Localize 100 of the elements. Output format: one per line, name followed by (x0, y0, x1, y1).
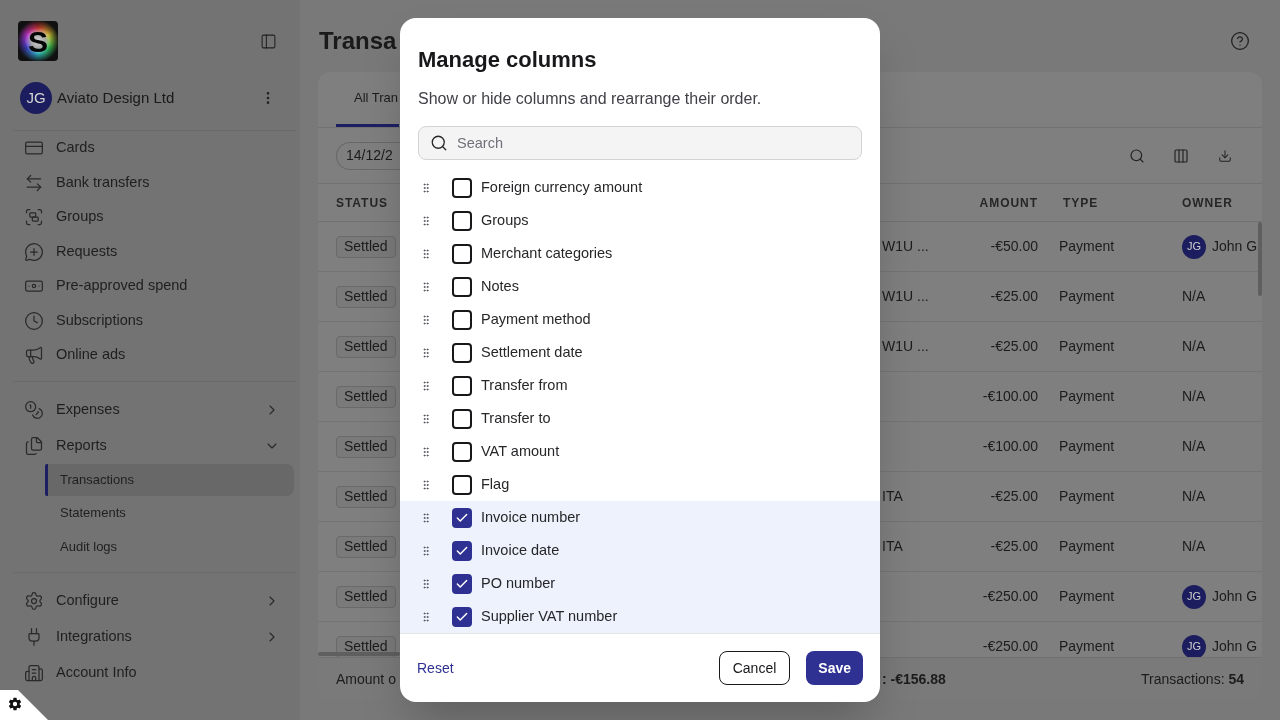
sidebar-item[interactable]: Pre-approved spend (20, 269, 296, 304)
sidebar-item[interactable]: Groups (20, 200, 296, 235)
column-header[interactable]: STATUS (336, 195, 388, 210)
amount-cell-text: -€250.00 (982, 587, 1038, 606)
type-cell: Payment (1059, 338, 1115, 354)
panel-icon (259, 32, 277, 50)
type-cell: Payment (1059, 238, 1115, 254)
sidebar-item[interactable]: Account Info (20, 655, 296, 690)
type-cell: Payment (1059, 388, 1115, 404)
files-icon (24, 435, 44, 456)
owner-avatar: JG (1182, 584, 1206, 609)
sidebar-item[interactable]: Integrations (20, 619, 296, 654)
type-cell: Payment (1059, 488, 1115, 504)
column-option[interactable]: Merchant categories (400, 237, 880, 270)
column-option[interactable]: Foreign currency amount (400, 171, 880, 204)
megaphone-icon (24, 345, 44, 366)
amount-cell-text: -€25.00 (990, 337, 1038, 356)
column-option[interactable]: Supplier VAT number (400, 600, 880, 633)
transaction-count: Transactions: 54 (1141, 669, 1244, 689)
amount-cell-text: -€100.00 (982, 437, 1038, 456)
save-button[interactable]: Save (806, 651, 863, 685)
amount-cell-text: -€25.00 (990, 287, 1038, 306)
checkbox[interactable] (452, 177, 472, 198)
table-cell: W1U ... (882, 338, 929, 354)
sidebar-item[interactable]: Configure (20, 583, 296, 618)
sidebar-item[interactable]: Reports (20, 428, 296, 463)
account-name[interactable]: Aviato Design Ltd (57, 86, 256, 110)
checkbox[interactable] (452, 375, 472, 396)
sidebar-item[interactable]: Cards (20, 131, 296, 166)
sidebar-subitem[interactable]: Audit logs (45, 530, 294, 563)
checkbox[interactable] (452, 540, 472, 561)
clock-icon (24, 310, 44, 331)
owner-name: N/A (1182, 537, 1206, 556)
status-badge: Settled (336, 285, 396, 308)
column-option[interactable]: Notes (400, 270, 880, 303)
arrows-icon (24, 172, 44, 193)
checkbox[interactable] (452, 573, 472, 594)
sidebar-item[interactable]: Expenses (20, 392, 296, 427)
dialog-description: Show or hide columns and rearrange their order. (418, 89, 763, 109)
app-logo[interactable]: S (18, 21, 58, 61)
checkbox[interactable] (452, 276, 472, 297)
column-option[interactable]: Transfer to (400, 402, 880, 435)
owner-name: N/A (1182, 437, 1206, 456)
dialog-title: Manage columns (418, 46, 598, 74)
column-option[interactable]: VAT amount (400, 435, 880, 468)
amount-cell-text: -€250.00 (982, 637, 1038, 656)
column-header[interactable]: OWNER (1182, 195, 1233, 210)
amount-cell-text: -€100.00 (982, 387, 1038, 406)
owner-name: N/A (1182, 387, 1206, 406)
type-cell: Payment (1059, 538, 1115, 554)
table-cell: ITA (882, 488, 903, 504)
type-cell: Payment (1059, 438, 1115, 454)
checkbox[interactable] (452, 243, 472, 264)
column-option[interactable]: Invoice date (400, 534, 880, 567)
checkbox[interactable] (452, 408, 472, 429)
checkbox[interactable] (452, 474, 472, 495)
table-cell: W1U ... (882, 288, 929, 304)
sidebar-item[interactable]: Online ads (20, 338, 296, 373)
amount-cell-text: -€25.00 (990, 537, 1038, 556)
owner-avatar: JG (1182, 234, 1206, 259)
type-cell: Payment (1059, 288, 1115, 304)
checkbox[interactable] (452, 210, 472, 231)
status-badge: Settled (336, 585, 396, 608)
column-option[interactable]: Invoice number (400, 501, 880, 534)
sidebar-item[interactable]: Subscriptions (20, 303, 296, 338)
help-icon[interactable] (1230, 31, 1250, 51)
table-cell: W1U ... (882, 238, 929, 254)
sidebar-subitem[interactable]: Statements (45, 497, 294, 529)
column-option[interactable]: PO number (400, 567, 880, 600)
column-option[interactable]: Groups (400, 204, 880, 237)
column-header[interactable]: AMOUNT (979, 193, 1038, 212)
checkbox[interactable] (452, 441, 472, 462)
status-badge: Settled (336, 485, 396, 508)
checkbox[interactable] (452, 342, 472, 363)
reset-link[interactable]: Reset (417, 657, 454, 679)
cancel-button[interactable]: Cancel (718, 651, 791, 685)
type-cell: Payment (1059, 638, 1115, 654)
sidebar-item[interactable]: Bank transfers (20, 165, 296, 200)
search-field[interactable]: Search (418, 126, 862, 160)
column-option[interactable]: Settlement date (400, 336, 880, 369)
status-badge: Settled (336, 235, 396, 258)
column-option[interactable]: Transfer from (400, 369, 880, 402)
column-option[interactable]: Payment method (400, 303, 880, 336)
status-badge: Settled (336, 385, 396, 408)
coins-icon (24, 399, 44, 420)
type-cell: Payment (1059, 588, 1115, 604)
avatar: JG (20, 82, 52, 114)
owner-name: John G (1212, 587, 1258, 606)
amount-label: Amount o (336, 670, 396, 687)
column-option[interactable]: Flag (400, 468, 880, 501)
sidebar-item[interactable]: Requests (20, 234, 296, 269)
building-icon (24, 662, 44, 683)
checkbox[interactable] (452, 309, 472, 330)
table-cell: ITA (882, 538, 903, 554)
owner-name: N/A (1182, 487, 1206, 506)
checkbox[interactable] (452, 507, 472, 528)
sidebar-subitem[interactable]: Transactions (45, 463, 294, 496)
checkbox[interactable] (452, 606, 472, 627)
status-badge: Settled (336, 535, 396, 558)
column-header[interactable]: TYPE (1063, 195, 1099, 210)
